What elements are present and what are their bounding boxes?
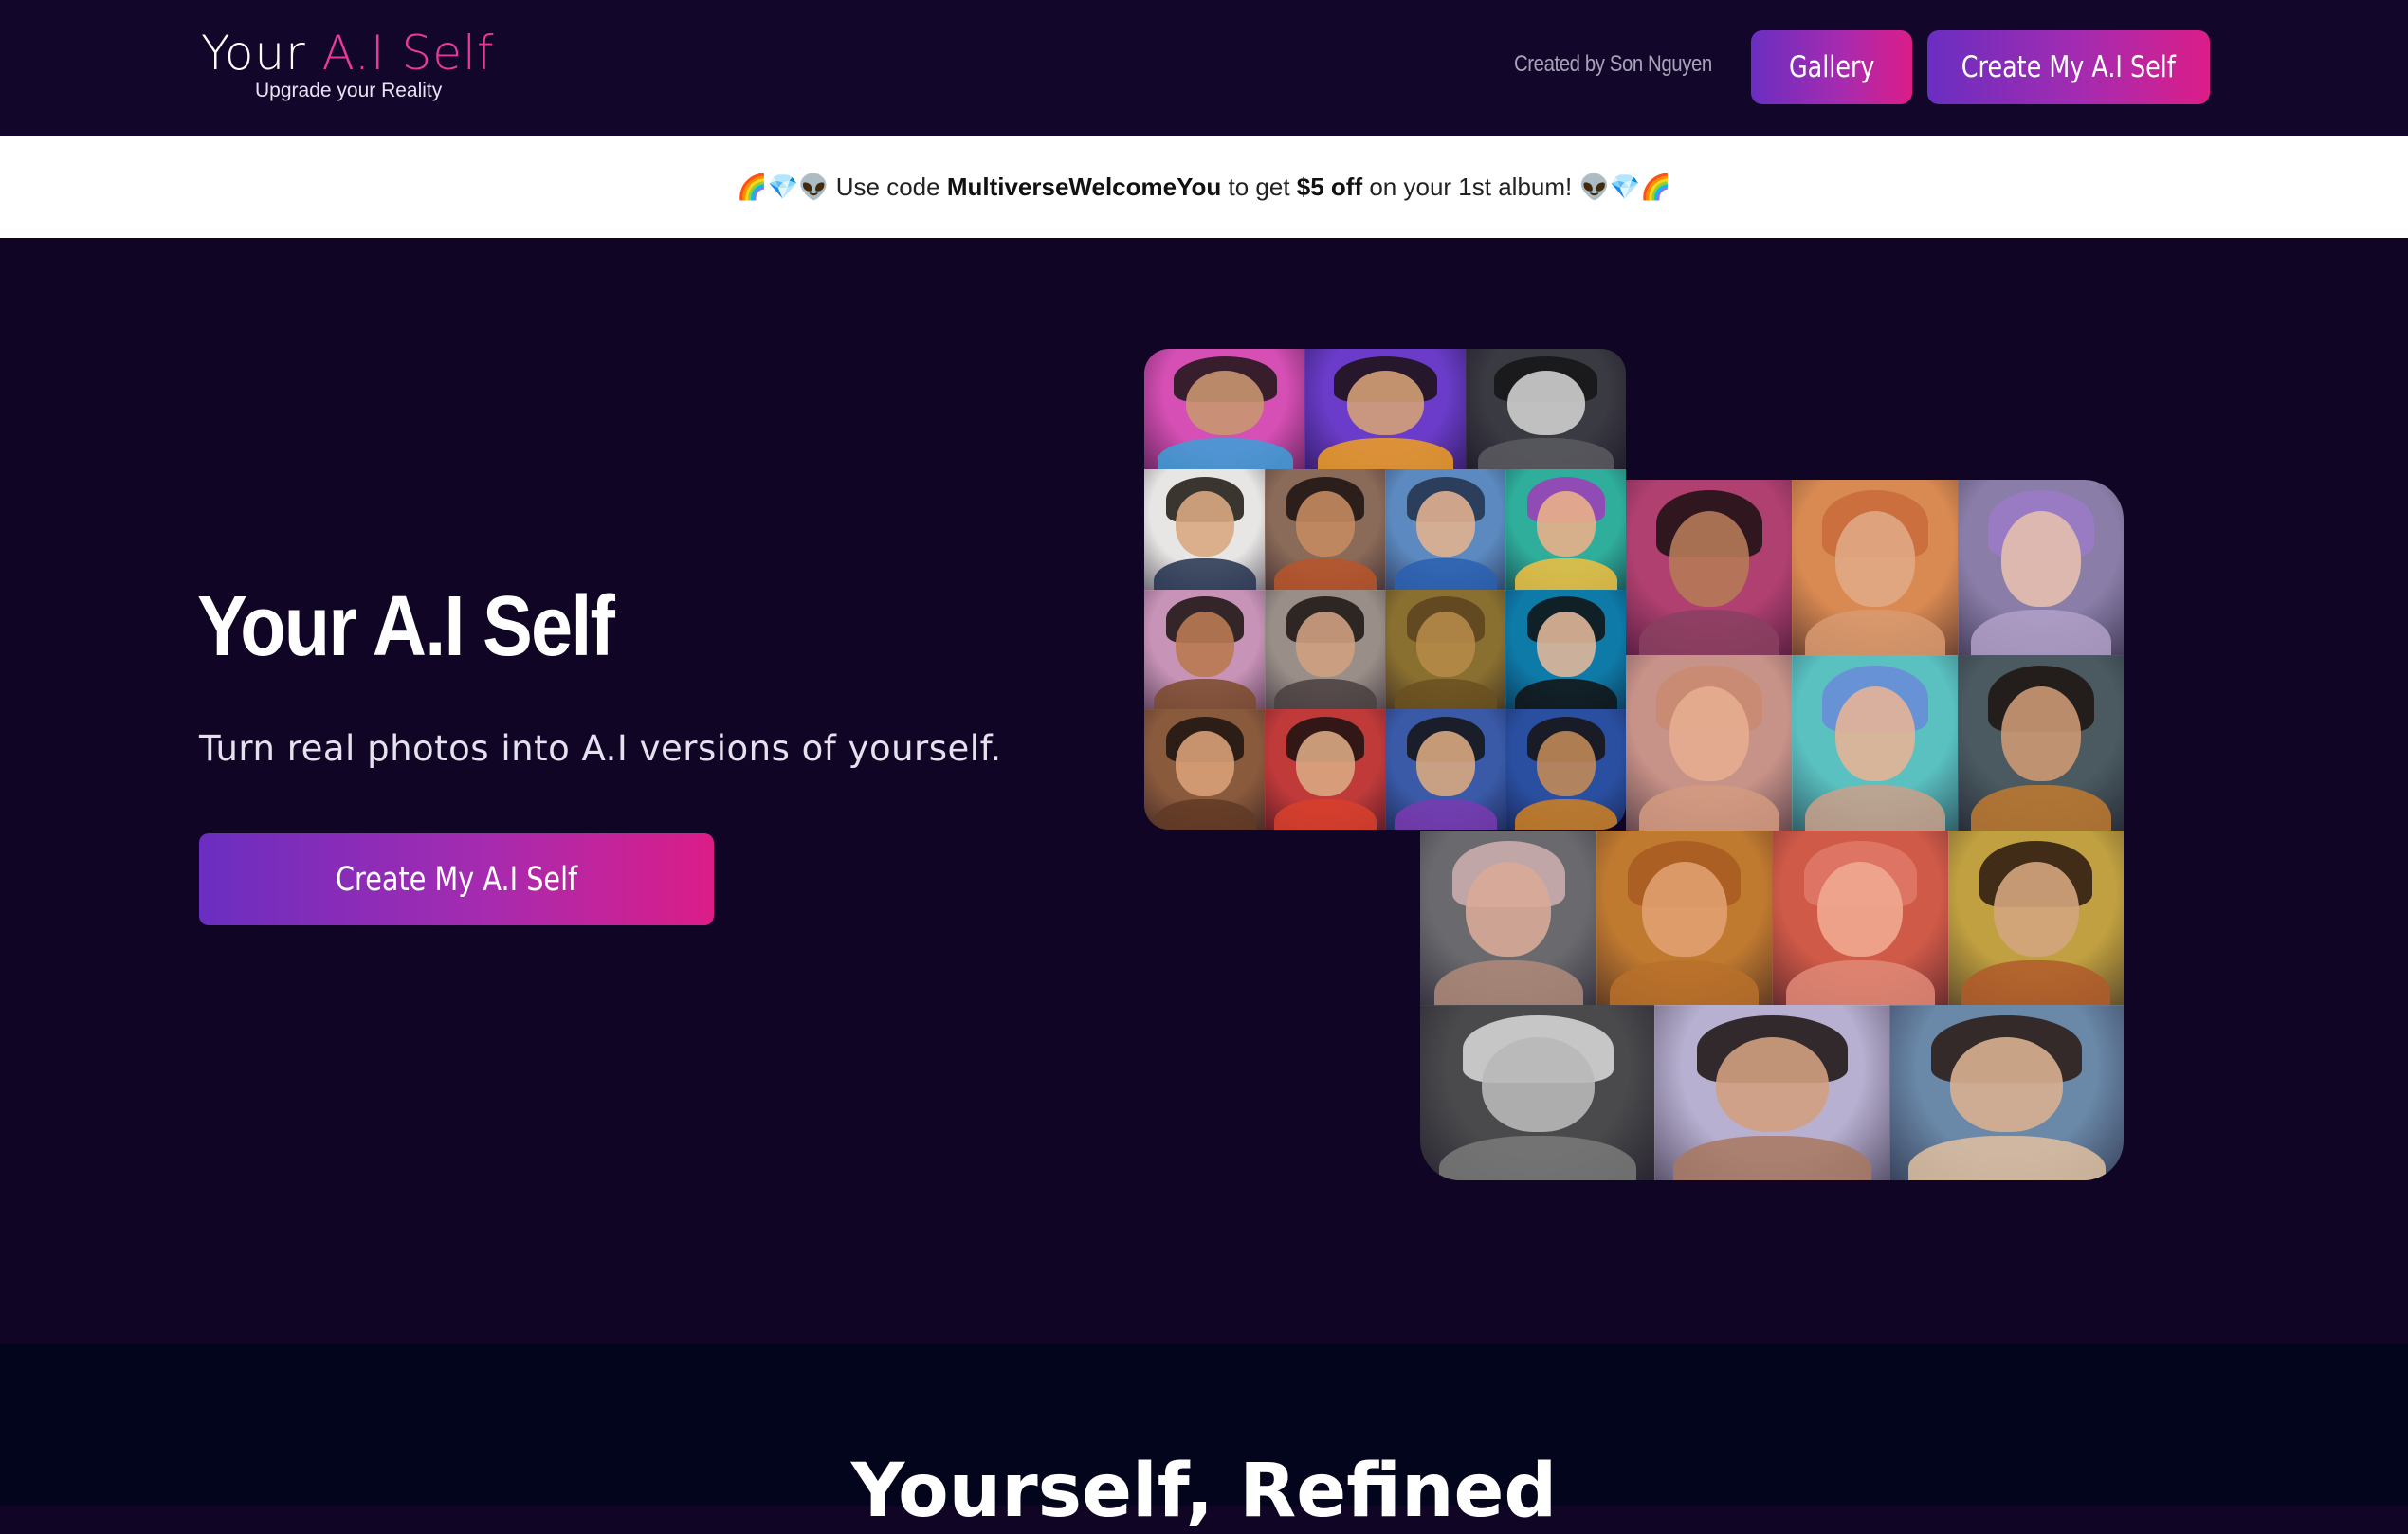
top-nav: Your A.I Self Upgrade your Reality Creat…	[0, 0, 2408, 136]
ai-portrait-thumbnail	[1947, 830, 2124, 1007]
logo-prefix: Your	[201, 26, 322, 81]
promo-emoji-right: 👽💎🌈	[1578, 172, 1671, 201]
hero-title: Your A.I Self	[197, 579, 615, 674]
logo-title: Your A.I Self	[201, 27, 495, 80]
ai-portrait-thumbnail	[1304, 349, 1467, 469]
ai-portrait-thumbnail	[1772, 830, 1949, 1007]
ai-portrait-thumbnail	[1265, 469, 1386, 591]
promo-emoji-left: 🌈💎👽	[737, 172, 830, 201]
ai-portrait-thumbnail	[1144, 589, 1266, 711]
logo-accent: A.I Self	[321, 26, 495, 81]
create-my-ai-self-nav-button[interactable]: Create My A.I Self	[1927, 30, 2210, 104]
gallery-button-label: Gallery	[1788, 50, 1875, 84]
create-nav-button-label: Create My A.I Self	[1961, 50, 2176, 84]
ai-portrait-thumbnail	[1792, 480, 1959, 656]
create-my-ai-self-hero-button[interactable]: Create My A.I Self	[199, 833, 714, 925]
ai-portrait-thumbnail	[1626, 480, 1793, 656]
ai-portrait-thumbnail	[1144, 469, 1266, 591]
ai-portrait-thumbnail	[1385, 589, 1506, 711]
ai-portrait-thumbnail	[1265, 709, 1386, 830]
ai-portrait-thumbnail	[1385, 469, 1506, 591]
ai-portrait-thumbnail	[1888, 1005, 2124, 1180]
ai-portrait-thumbnail	[1505, 589, 1626, 711]
ai-portrait-thumbnail	[1385, 709, 1506, 830]
ai-portrait-thumbnail	[1505, 469, 1626, 591]
ai-portrait-thumbnail	[1265, 589, 1386, 711]
hero-button-label: Create My A.I Self	[335, 860, 578, 899]
ai-portrait-thumbnail	[1596, 830, 1773, 1007]
logo[interactable]: Your A.I Self Upgrade your Reality	[201, 27, 494, 106]
ai-portrait-thumbnail	[1792, 654, 1959, 831]
ai-portrait-thumbnail	[1144, 349, 1306, 469]
creator-credit: Created by Son Nguyen	[1514, 51, 1712, 77]
ai-portrait-thumbnail	[1958, 654, 2124, 831]
ai-portrait-thumbnail	[1420, 830, 1597, 1007]
ai-portrait-thumbnail	[1144, 709, 1266, 830]
ai-portrait-thumbnail	[1420, 1005, 1656, 1180]
features-section-title: Yourself, Refined	[850, 1449, 1558, 1534]
promo-text-1: Use code	[829, 172, 947, 201]
promo-banner: 🌈💎👽 Use code MultiverseWelcomeYou to get…	[0, 136, 2408, 238]
ai-portrait-thumbnail	[1958, 480, 2124, 656]
promo-text-2: to get	[1221, 172, 1297, 201]
ai-portrait-thumbnail	[1465, 349, 1626, 469]
gallery-button[interactable]: Gallery	[1751, 30, 1912, 104]
ai-portrait-collage-small	[1144, 349, 1626, 830]
promo-text-3: on your 1st album!	[1362, 172, 1579, 201]
ai-portrait-thumbnail	[1626, 654, 1793, 831]
promo-discount: $5 off	[1296, 172, 1363, 201]
ai-portrait-thumbnail	[1505, 709, 1626, 830]
hero-subtitle: Turn real photos into A.I versions of yo…	[199, 728, 1002, 769]
promo-code: MultiverseWelcomeYou	[946, 172, 1222, 201]
ai-portrait-thumbnail	[1654, 1005, 1890, 1180]
logo-tagline: Upgrade your Reality	[255, 80, 443, 101]
